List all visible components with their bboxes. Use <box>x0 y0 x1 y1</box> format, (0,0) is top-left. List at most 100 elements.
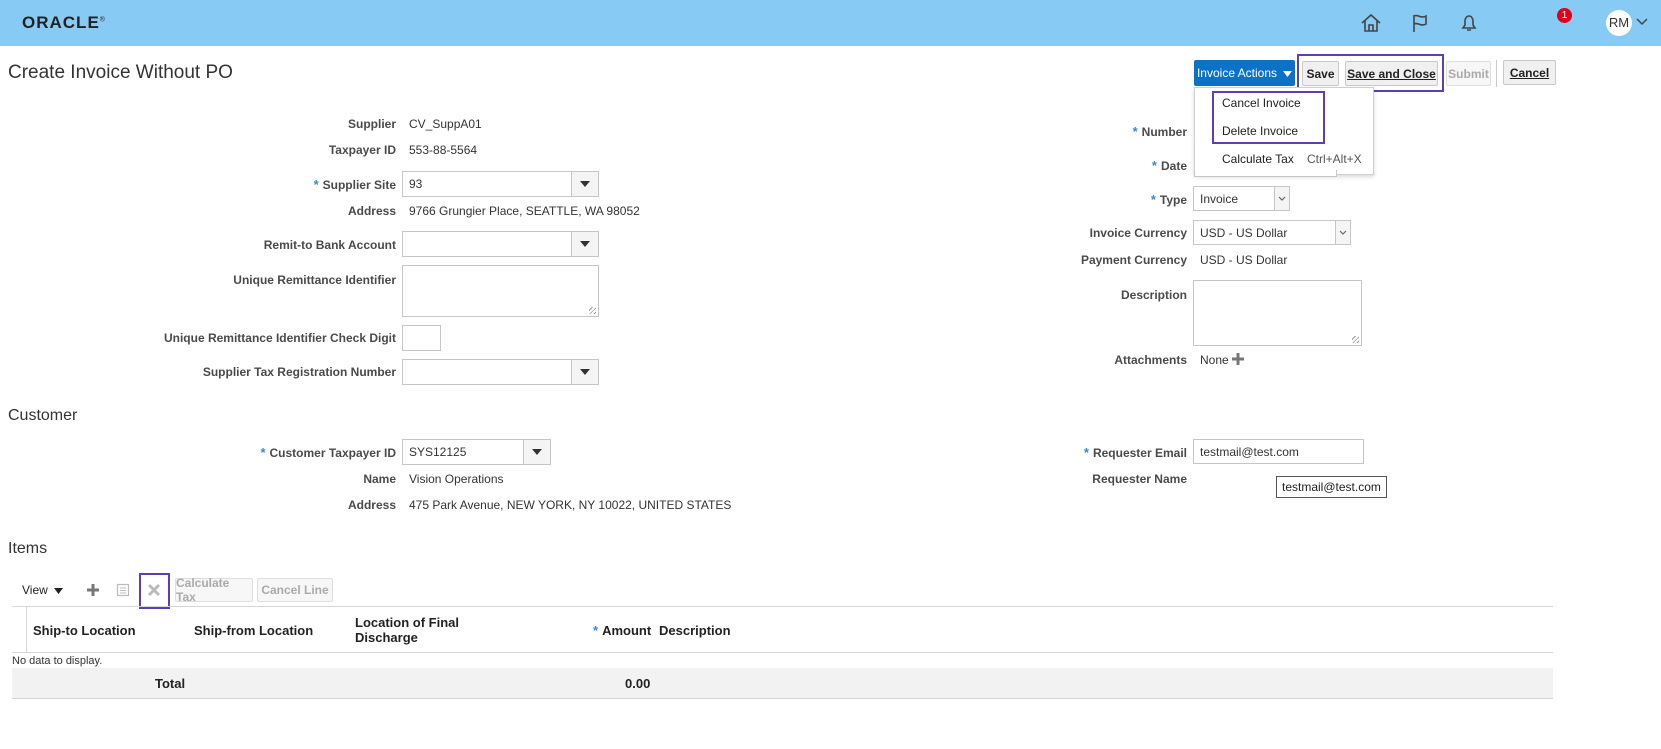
dropdown-arrow-icon[interactable] <box>571 172 598 196</box>
tax-registration-label: Supplier Tax Registration Number <box>202 365 396 379</box>
calculate-tax-button[interactable]: Calculate Tax <box>175 576 253 604</box>
date-label-text: Date <box>1160 159 1187 173</box>
supplier-site-label: * Supplier Site <box>314 177 396 192</box>
chevron-down-icon[interactable] <box>1335 221 1350 244</box>
bell-icon[interactable] <box>1456 10 1482 36</box>
supplier-value: CV_SuppA01 <box>409 117 482 131</box>
dropdown-arrow-icon[interactable] <box>571 360 598 384</box>
home-icon[interactable] <box>1358 10 1384 36</box>
required-icon: * <box>593 623 599 638</box>
items-section-title: Items <box>8 540 48 557</box>
payment-currency-value: USD - US Dollar <box>1200 253 1288 267</box>
number-label: * Number <box>1133 124 1187 139</box>
cancel-button[interactable]: Cancel <box>1503 60 1556 85</box>
invoice-currency-value: USD - US Dollar <box>1200 226 1288 240</box>
no-data-text: No data to display. <box>12 655 103 667</box>
required-icon: * <box>1151 158 1157 173</box>
type-select[interactable]: Invoice <box>1193 186 1290 211</box>
supplier-site-value: 93 <box>409 177 423 191</box>
caret-down-icon <box>53 583 63 597</box>
user-avatar[interactable]: RM <box>1606 10 1632 36</box>
required-icon: * <box>313 177 319 192</box>
uri-label: Unique Remittance Identifier <box>233 273 396 287</box>
supplier-address-value: 9766 Grungier Place, SEATTLE, WA 98052 <box>409 204 640 218</box>
add-attachment-icon[interactable] <box>1231 352 1245 369</box>
invoice-currency-label: Invoice Currency <box>1089 226 1187 240</box>
supplier-site-select[interactable]: 93 <box>402 171 599 197</box>
menu-item-calculate-tax[interactable]: Calculate Tax <box>1222 152 1294 166</box>
customer-address-value: 475 Park Avenue, NEW YORK, NY 10022, UNI… <box>409 498 732 512</box>
remit-bank-select[interactable] <box>402 231 599 257</box>
submit-button[interactable]: Submit <box>1446 61 1491 86</box>
table-header-border <box>12 652 1553 653</box>
customer-taxpayer-label-text: Customer Taxpayer ID <box>269 446 397 460</box>
customer-name-value: Vision Operations <box>409 472 504 486</box>
description-textarea[interactable] <box>1193 280 1362 346</box>
required-icon: * <box>1150 192 1156 207</box>
cancel-line-button[interactable]: Cancel Line <box>257 578 333 602</box>
customer-section-title: Customer <box>8 407 78 424</box>
chevron-down-icon[interactable] <box>1636 16 1648 30</box>
requester-name-label: Requester Name <box>1092 472 1187 486</box>
resize-grip-icon[interactable] <box>589 307 596 314</box>
payment-currency-label: Payment Currency <box>1080 253 1187 267</box>
page-title: Create Invoice Without PO <box>8 62 233 83</box>
uri-check-digit-input[interactable] <box>402 325 441 351</box>
customer-taxpayer-value: SYS12125 <box>409 445 467 459</box>
supplier-label: Supplier <box>347 117 396 131</box>
flag-icon[interactable] <box>1407 10 1433 36</box>
required-icon: * <box>1132 124 1138 139</box>
table-top-border <box>12 606 1553 607</box>
uri-check-digit-label: Unique Remittance Identifier Check Digit <box>163 331 396 345</box>
highlight-menu-items <box>1212 91 1325 144</box>
supplier-site-label-text: Supplier Site <box>322 178 396 192</box>
required-icon: * <box>260 445 266 460</box>
address-label: Address <box>347 204 396 218</box>
column-ship-from[interactable]: Ship-from Location <box>194 623 313 638</box>
column-ship-to[interactable]: Ship-to Location <box>33 623 136 638</box>
requester-email-label: * Requester Email <box>1084 445 1187 460</box>
column-final-discharge[interactable]: Location of Final Discharge <box>355 615 459 645</box>
oracle-logo[interactable]: ORACLE® <box>22 13 106 33</box>
details-icon[interactable] <box>116 583 130 600</box>
toolbar-divider <box>1496 60 1497 87</box>
attachments-label: Attachments <box>1114 353 1187 367</box>
taxpayer-id-label: Taxpayer ID <box>328 143 396 157</box>
column-description[interactable]: Description <box>659 623 731 638</box>
total-value: 0.00 <box>625 676 651 691</box>
invoice-currency-select[interactable]: USD - US Dollar <box>1193 220 1351 245</box>
requester-email-tooltip: testmail@test.com <box>1276 476 1387 498</box>
view-label: View <box>22 583 48 597</box>
customer-taxpayer-label: * Customer Taxpayer ID <box>260 445 396 460</box>
column-final-discharge-line1: Location of Final <box>355 615 459 630</box>
date-input[interactable] <box>1194 170 1337 177</box>
type-value: Invoice <box>1200 192 1239 206</box>
customer-name-label: Name <box>363 472 396 486</box>
calculate-tax-shortcut: Ctrl+Alt+X <box>1307 152 1362 166</box>
customer-address-label: Address <box>347 498 396 512</box>
invoice-actions-button[interactable]: Invoice Actions <box>1194 60 1295 86</box>
column-amount[interactable]: * Amount <box>593 623 651 638</box>
requester-email-label-text: Requester Email <box>1092 446 1187 460</box>
dropdown-arrow-icon[interactable] <box>571 232 598 256</box>
total-row <box>12 668 1553 699</box>
taxpayer-id-value: 553-88-5564 <box>409 143 478 157</box>
number-label-text: Number <box>1141 125 1187 139</box>
chevron-down-icon[interactable] <box>1274 187 1289 210</box>
uri-textarea[interactable] <box>402 265 599 317</box>
view-menu[interactable]: View <box>22 583 63 597</box>
caret-down-icon <box>1283 66 1293 80</box>
requester-email-input[interactable]: testmail@test.com <box>1193 439 1364 464</box>
add-row-icon[interactable] <box>86 583 100 600</box>
tax-registration-select[interactable] <box>402 359 599 385</box>
highlight-delete-icon <box>139 573 170 609</box>
dropdown-arrow-icon[interactable] <box>523 440 550 464</box>
description-label: Description <box>1120 288 1187 302</box>
customer-taxpayer-select[interactable]: SYS12125 <box>402 439 551 465</box>
date-label: * Date <box>1152 158 1187 173</box>
column-amount-text: Amount <box>602 623 652 638</box>
total-label: Total <box>155 676 186 691</box>
column-final-discharge-line2: Discharge <box>355 630 418 645</box>
required-icon: * <box>1083 445 1089 460</box>
resize-grip-icon[interactable] <box>1352 336 1359 343</box>
